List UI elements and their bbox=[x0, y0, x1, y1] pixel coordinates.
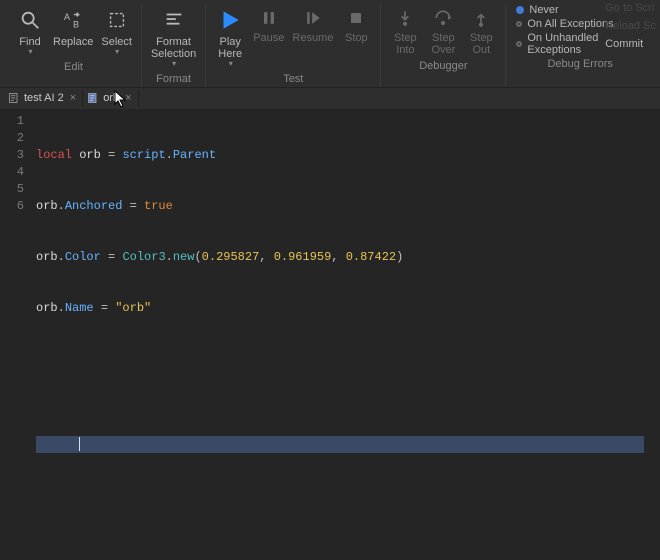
text-cursor bbox=[79, 437, 80, 451]
close-icon[interactable]: × bbox=[123, 92, 131, 104]
svg-text:B: B bbox=[73, 19, 79, 29]
step-into-label: Step Into bbox=[394, 32, 417, 56]
select-icon bbox=[103, 6, 131, 34]
chevron-down-icon: ▾ bbox=[115, 48, 119, 57]
svg-text:A: A bbox=[64, 12, 71, 22]
reload-script-button[interactable]: Reload Sc bbox=[605, 20, 656, 35]
group-debug-errors-label: Debug Errors bbox=[547, 58, 612, 70]
group-test-label: Test bbox=[283, 73, 303, 85]
chevron-down-icon: ▾ bbox=[172, 60, 176, 69]
code-line bbox=[36, 351, 654, 368]
stop-button[interactable]: Stop bbox=[338, 4, 374, 46]
code-line: local orb = script.Parent bbox=[36, 147, 654, 164]
script-icon bbox=[87, 92, 99, 104]
format-selection-label: Format Selection bbox=[151, 36, 196, 60]
format-icon bbox=[160, 6, 188, 34]
resume-icon bbox=[301, 6, 325, 30]
group-debugger: Step Into Step Over Step Out Debugger bbox=[381, 4, 506, 87]
radio-dot-icon bbox=[516, 41, 522, 47]
replace-label: Replace bbox=[53, 36, 93, 48]
pause-button[interactable]: Pause bbox=[250, 4, 287, 46]
stop-label: Stop bbox=[345, 32, 368, 44]
step-out-label: Step Out bbox=[470, 32, 493, 56]
tab-orb[interactable]: orb × bbox=[83, 90, 138, 106]
tab-label: orb bbox=[103, 92, 119, 104]
radio-dot-icon bbox=[516, 6, 524, 14]
group-format: Format Selection ▾ Format bbox=[142, 4, 206, 87]
script-icon bbox=[8, 92, 20, 104]
radio-dot-icon bbox=[516, 21, 522, 27]
group-edit-label: Edit bbox=[64, 61, 83, 73]
ribbon-toolbar: Find ▾ AB Replace Select ▾ Edit bbox=[0, 0, 660, 87]
group-edit: Find ▾ AB Replace Select ▾ Edit bbox=[6, 4, 142, 87]
line-number: 2 bbox=[0, 130, 24, 147]
current-line bbox=[36, 402, 654, 419]
play-here-label: Play Here bbox=[218, 36, 242, 60]
step-out-button[interactable]: Step Out bbox=[463, 4, 499, 58]
step-out-icon bbox=[469, 6, 493, 30]
replace-button[interactable]: AB Replace bbox=[50, 4, 96, 50]
format-selection-button[interactable]: Format Selection ▾ bbox=[148, 4, 199, 71]
code-line: orb.Anchored = true bbox=[36, 198, 654, 215]
line-number: 3 bbox=[0, 147, 24, 164]
radio-never-label: Never bbox=[529, 4, 558, 16]
step-over-icon bbox=[431, 6, 455, 30]
play-here-button[interactable]: Play Here ▾ bbox=[212, 4, 248, 71]
replace-icon: AB bbox=[59, 6, 87, 34]
step-into-icon bbox=[393, 6, 417, 30]
chevron-down-icon: ▾ bbox=[229, 60, 233, 69]
resume-button[interactable]: Resume bbox=[289, 4, 336, 46]
select-button[interactable]: Select ▾ bbox=[98, 4, 135, 59]
radio-all-exceptions-label: On All Exceptions bbox=[527, 18, 613, 30]
stop-icon bbox=[344, 6, 368, 30]
line-number-gutter: 1 2 3 4 5 6 bbox=[0, 109, 30, 560]
chevron-down-icon: ▾ bbox=[28, 48, 32, 57]
step-over-label: Step Over bbox=[431, 32, 455, 56]
pause-icon bbox=[257, 6, 281, 30]
resume-label: Resume bbox=[292, 32, 333, 44]
group-format-label: Format bbox=[156, 73, 191, 85]
right-cutoff-group: Go to Scri Reload Sc Commit bbox=[605, 2, 660, 53]
line-number: 4 bbox=[0, 164, 24, 181]
step-over-button[interactable]: Step Over bbox=[425, 4, 461, 58]
line-number: 6 bbox=[0, 198, 24, 215]
group-debugger-label: Debugger bbox=[419, 60, 467, 72]
code-line: orb.Color = Color3.new(0.295827, 0.96195… bbox=[36, 249, 654, 266]
find-button[interactable]: Find ▾ bbox=[12, 4, 48, 59]
tab-test-ai-2[interactable]: test AI 2 × bbox=[4, 90, 83, 106]
step-into-button[interactable]: Step Into bbox=[387, 4, 423, 58]
line-number: 1 bbox=[0, 113, 24, 130]
editor-tabs: test AI 2 × orb × bbox=[0, 87, 660, 109]
code-editor[interactable]: 1 2 3 4 5 6 local orb = script.Parent or… bbox=[0, 109, 660, 560]
group-test: Play Here ▾ Pause Resume Stop bbox=[206, 4, 381, 87]
magnifier-icon bbox=[16, 6, 44, 34]
close-icon[interactable]: × bbox=[68, 92, 76, 104]
line-highlight bbox=[36, 436, 644, 453]
goto-script-button[interactable]: Go to Scri bbox=[605, 2, 656, 17]
code-area[interactable]: local orb = script.Parent orb.Anchored =… bbox=[30, 109, 660, 560]
code-line: orb.Name = "orb" bbox=[36, 300, 654, 317]
play-icon bbox=[216, 6, 244, 34]
commit-button[interactable]: Commit bbox=[605, 38, 656, 53]
tab-label: test AI 2 bbox=[24, 92, 64, 104]
pause-label: Pause bbox=[253, 32, 284, 44]
line-number: 5 bbox=[0, 181, 24, 198]
